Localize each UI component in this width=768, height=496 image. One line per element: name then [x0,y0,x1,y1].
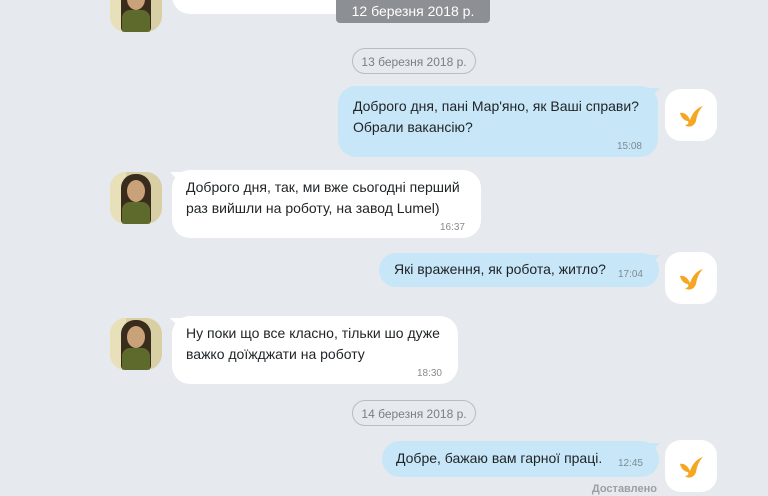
message-text: Добре, бажаю вам гарної праці. [396,450,603,466]
bot-avatar[interactable] [665,252,717,304]
bot-avatar[interactable] [665,89,717,141]
message-bubble-incoming[interactable]: Доброго дня, так, ми вже сьогодні перший… [172,170,481,238]
message-time: 18:30 [416,368,442,379]
contact-avatar[interactable] [110,318,162,370]
message-time: 12:45 [617,458,643,469]
bird-logo-icon [680,106,703,127]
contact-avatar[interactable] [110,172,162,224]
message-bubble-incoming[interactable]: Ну поки що все класно, тільки шо дуже ва… [172,316,458,384]
chat-history[interactable]: 12 березня 2018 р. 13 березня 2018 р. До… [0,0,768,496]
message-text: Доброго дня, пані Мар'яно, як Ваші справ… [353,98,639,114]
message-text: Які враження, як робота, житло? [394,261,606,277]
message-text: Доброго дня, так, ми вже сьогодні перший [186,179,460,195]
message-text: важко доїжджати на роботу [186,346,365,362]
message-bubble-outgoing[interactable]: Добре, бажаю вам гарної праці. 12:45 [382,441,659,477]
bot-avatar[interactable] [665,440,717,492]
contact-avatar[interactable] [110,0,162,32]
floating-date-label: 12 березня 2018 р. [336,0,490,23]
message-bubble-outgoing[interactable]: Доброго дня, пані Мар'яно, як Ваші справ… [338,86,658,157]
bird-logo-icon [680,269,703,290]
message-time: 17:04 [617,269,643,280]
message-time: 15:08 [616,141,642,152]
message-time: 16:37 [439,222,465,233]
message-text: Ну поки що все класно, тільки шо дуже [186,325,440,341]
message-text: раз вийшли на роботу, на завод Lumel) [186,200,440,216]
date-separator: 13 березня 2018 р. [352,48,476,74]
bird-logo-icon [680,457,703,478]
date-separator: 14 березня 2018 р. [352,400,476,426]
message-text: Обрали вакансію? [353,119,473,135]
delivery-status: Доставлено [591,483,657,495]
message-bubble-outgoing[interactable]: Які враження, як робота, житло? 17:04 [379,253,659,287]
